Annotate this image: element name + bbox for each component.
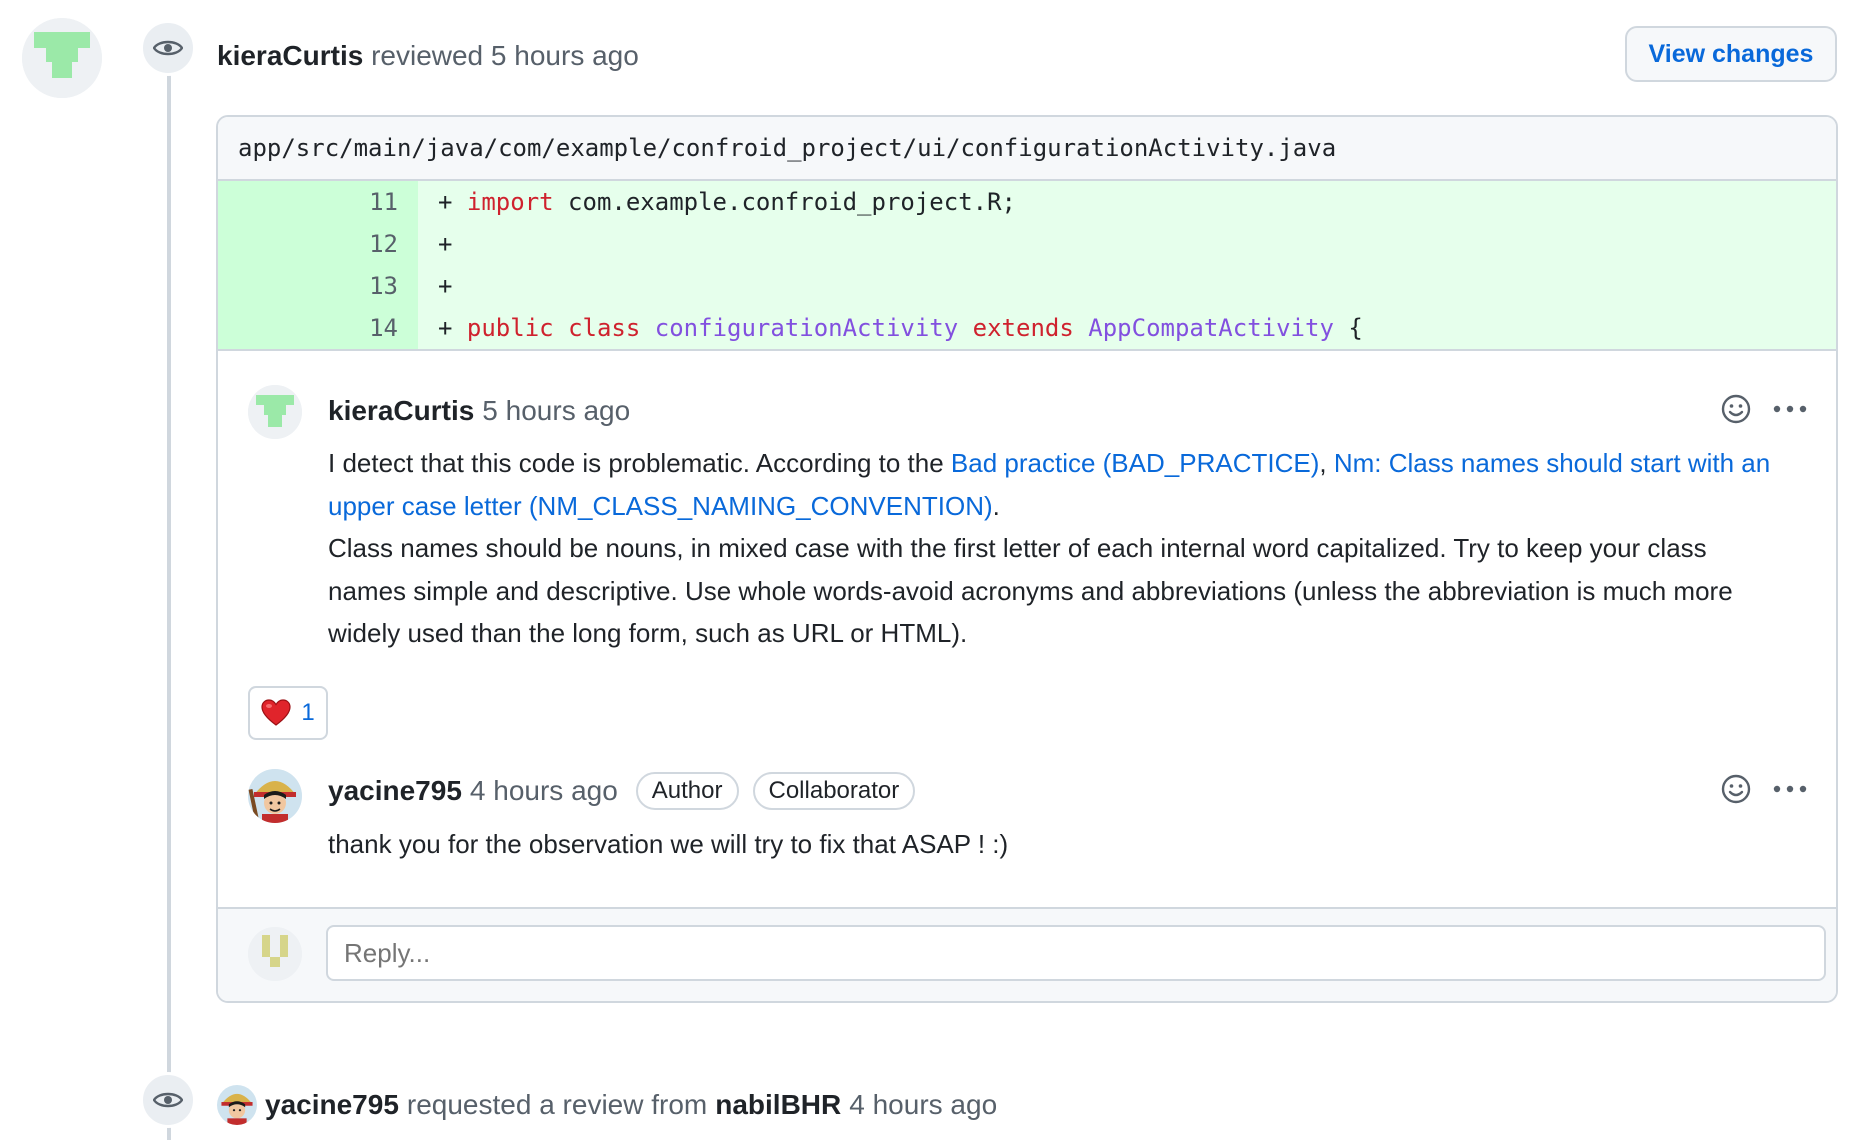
review-event-time[interactable]: 5 hours ago [491, 40, 639, 71]
bad-practice-link[interactable]: Bad practice (BAD_PRACTICE) [951, 448, 1319, 478]
diff-line: 12 + [218, 223, 1836, 265]
request-event-action: requested a review from [406, 1089, 708, 1120]
reaction-count: 1 [301, 699, 315, 726]
comment-author[interactable]: yacine795 [328, 771, 462, 811]
code-keyword: extends [972, 314, 1074, 342]
review-eye-badge [140, 20, 196, 76]
heart-icon [261, 699, 291, 726]
line-number[interactable]: 13 [218, 265, 418, 307]
request-eye-badge [140, 1072, 196, 1128]
code-keyword: public [466, 314, 554, 342]
comment-options-button[interactable] [1770, 769, 1810, 809]
comment-avatar[interactable] [248, 769, 302, 823]
review-event-action: reviewed [371, 40, 484, 71]
diff-line: 11 + import com.example.confroid_project.… [218, 181, 1836, 223]
diff-line: 14 + public class configurationActivity e… [218, 307, 1836, 349]
kebab-horizontal-icon [1773, 785, 1807, 793]
smiley-icon [1721, 774, 1751, 804]
identicon-image [22, 18, 102, 98]
comment-text-body: Class names should be nouns, in mixed ca… [328, 533, 1733, 648]
diff-added-marker: + [438, 272, 453, 300]
comment-header: kieraCurtis 5 hours ago [328, 391, 630, 431]
code-text: { [1333, 314, 1363, 342]
smiley-icon [1721, 394, 1751, 424]
diff-divider [218, 349, 1836, 351]
eye-icon [153, 1092, 183, 1108]
request-event-user[interactable]: yacine795 [265, 1085, 399, 1125]
comment-yacine795: yacine795 4 hours ago Author Collaborato… [248, 765, 1808, 885]
reply-bar [218, 907, 1836, 1001]
line-number[interactable]: 11 [218, 181, 418, 223]
file-path[interactable]: app/src/main/java/com/example/confroid_p… [218, 117, 1836, 181]
code-class-name: AppCompatActivity [1088, 314, 1334, 342]
code-keyword: class [568, 314, 641, 342]
line-code: + [418, 265, 1836, 307]
user-photo-avatar[interactable] [217, 1085, 257, 1125]
comment-header: yacine795 4 hours ago Author Collaborato… [328, 771, 916, 811]
author-badge: Author [635, 772, 739, 810]
diff-added-marker: + [438, 230, 453, 258]
eye-icon [153, 40, 183, 56]
review-event-header: kieraCurtis reviewed 5 hours ago [217, 36, 639, 76]
diff-hunk: 11 + import com.example.confroid_project.… [218, 181, 1836, 349]
comment-time[interactable]: 5 hours ago [482, 391, 630, 431]
comment-avatar[interactable] [248, 385, 302, 439]
comment-body: thank you for the observation we will tr… [328, 829, 1009, 859]
collaborator-badge: Collaborator [752, 772, 916, 810]
line-code: + [418, 223, 1836, 265]
line-number[interactable]: 12 [218, 223, 418, 265]
comment-options-button[interactable] [1770, 389, 1810, 429]
comment-text-separator: , [1319, 448, 1334, 478]
request-event-reviewer[interactable]: nabilBHR [715, 1085, 841, 1125]
code-text: com.example.confroid_project.R; [553, 188, 1016, 216]
timeline-line [167, 70, 171, 1140]
comment-kieracurtis: kieraCurtis 5 hours ago I detect that th… [248, 385, 1808, 775]
kebab-horizontal-icon [1773, 405, 1807, 413]
identicon-image [248, 385, 302, 439]
reviewer-avatar[interactable] [22, 18, 102, 98]
add-reaction-button[interactable] [1716, 769, 1756, 809]
comment-body: I detect that this code is problematic. … [328, 442, 1788, 655]
line-code: + import com.example.confroid_project.R; [418, 181, 1836, 223]
code-keyword: import [466, 188, 554, 216]
review-request-event: yacine795 requested a review from nabilB… [217, 1085, 1005, 1125]
code-class-name: configurationActivity [654, 314, 959, 342]
comment-text-period: . [992, 490, 1000, 521]
heart-reaction-button[interactable]: 1 [248, 686, 328, 740]
line-code: + public class configurationActivity ext… [418, 307, 1836, 349]
comment-text-intro: I detect that this code is problematic. … [328, 448, 951, 478]
user-photo-avatar [248, 769, 302, 823]
review-thread: app/src/main/java/com/example/confroid_p… [216, 115, 1838, 1003]
view-changes-button[interactable]: View changes [1625, 26, 1837, 82]
add-reaction-button[interactable] [1716, 389, 1756, 429]
line-number[interactable]: 14 [218, 307, 418, 349]
diff-line: 13 + [218, 265, 1836, 307]
review-event-user[interactable]: kieraCurtis [217, 40, 363, 71]
diff-added-marker: + [438, 188, 467, 216]
identicon-image [248, 927, 302, 981]
request-event-time[interactable]: 4 hours ago [849, 1085, 997, 1125]
diff-added-marker: + [438, 314, 467, 342]
comment-time[interactable]: 4 hours ago [470, 771, 618, 811]
comment-author[interactable]: kieraCurtis [328, 391, 474, 431]
reply-input[interactable] [326, 925, 1826, 981]
current-user-avatar [248, 927, 302, 981]
